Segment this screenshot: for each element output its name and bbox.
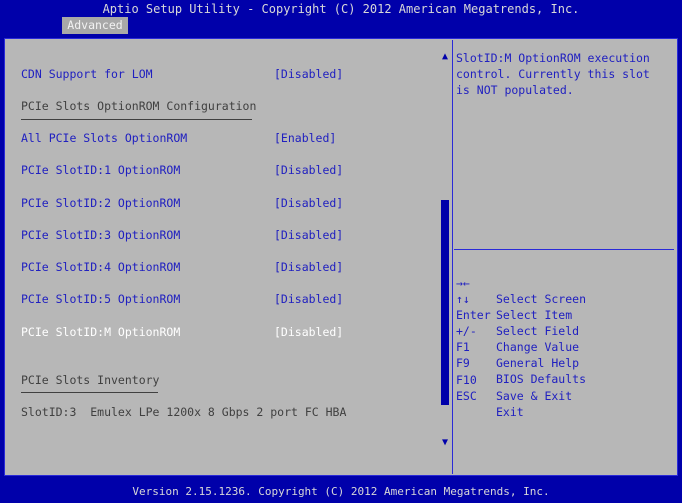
setting-label: PCIe SlotID:3 OptionROM (21, 228, 181, 242)
key-hint-select-item: ↑↓ Select Item (456, 275, 572, 322)
setting-value[interactable]: [Enabled] (274, 131, 336, 145)
key-desc: Exit (496, 405, 524, 419)
app-title: Aptio Setup Utility - Copyright (C) 2012… (102, 2, 580, 16)
setting-slot2-optionrom[interactable]: PCIe SlotID:2 OptionROM [Disabled] (21, 196, 343, 210)
key-name: ESC (456, 389, 477, 403)
setting-value[interactable]: [Disabled] (274, 260, 343, 274)
setting-value[interactable]: [Disabled] (274, 196, 343, 210)
setting-label: CDN Support for LOM (21, 67, 153, 81)
scrollbar-thumb[interactable] (441, 200, 449, 405)
inventory-item: SlotID:3 Emulex LPe 1200x 8 Gbps 2 port … (21, 405, 347, 419)
setting-label: PCIe SlotID:5 OptionROM (21, 292, 181, 306)
scroll-down-arrow-icon[interactable]: ▼ (439, 437, 451, 449)
setting-value[interactable]: [Disabled] (274, 163, 343, 177)
key-hint-select-screen: →← Select Screen (456, 259, 586, 306)
setting-cdn-support-lom[interactable]: CDN Support for LOM [Disabled] (21, 67, 343, 81)
key-desc: Select Field (496, 324, 580, 338)
setting-all-pcie-optionrom[interactable]: All PCIe Slots OptionROM [Enabled] (21, 131, 336, 145)
setting-label: PCIe SlotID:2 OptionROM (21, 196, 181, 210)
help-divider (454, 249, 674, 250)
key-hint-select-field: Enter Select Field (456, 291, 579, 338)
section-heading-optionrom-config: PCIe Slots OptionROM Configuration (21, 99, 257, 113)
key-desc: Select Screen (496, 292, 587, 306)
version-footer: Version 2.15.1236. Copyright (C) 2012 Am… (132, 485, 550, 498)
tab-advanced[interactable]: Advanced (62, 17, 128, 34)
setting-slot5-optionrom[interactable]: PCIe SlotID:5 OptionROM [Disabled] (21, 292, 343, 306)
setting-value[interactable]: [Disabled] (274, 292, 343, 306)
section-heading-inventory: PCIe Slots Inventory (21, 373, 160, 387)
setting-value[interactable]: [Disabled] (274, 67, 343, 81)
key-desc: Change Value (496, 340, 580, 354)
key-hint-change-value: +/- Change Value (456, 307, 579, 354)
setting-slot4-optionrom[interactable]: PCIe SlotID:4 OptionROM [Disabled] (21, 260, 343, 274)
key-hint-bios-defaults: F9 BIOS Defaults (456, 339, 586, 386)
setting-slot1-optionrom[interactable]: PCIe SlotID:1 OptionROM [Disabled] (21, 163, 343, 177)
heading-underline (21, 392, 158, 393)
panel-divider (452, 40, 453, 474)
setting-label: PCIe SlotID:4 OptionROM (21, 260, 181, 274)
setting-value[interactable]: [Disabled] (274, 325, 343, 339)
key-hint-save-exit: F10 Save & Exit (456, 356, 572, 403)
setting-label: PCIe SlotID:M OptionROM (21, 325, 181, 339)
key-desc: Save & Exit (496, 389, 573, 403)
heading-underline (21, 119, 252, 120)
setting-value[interactable]: [Disabled] (274, 228, 343, 242)
key-hint-exit: ESC Exit (456, 372, 524, 419)
help-description: SlotID:M OptionROM execution control. Cu… (456, 51, 650, 97)
key-hint-general-help: F1 General Help (456, 323, 579, 370)
key-desc: Select Item (496, 308, 573, 322)
setting-slotm-optionrom-selected[interactable]: PCIe SlotID:M OptionROM [Disabled] (21, 325, 343, 339)
setting-label: All PCIe Slots OptionROM (21, 131, 188, 145)
key-desc: BIOS Defaults (496, 372, 587, 386)
key-desc: General Help (496, 356, 580, 370)
setting-slot3-optionrom[interactable]: PCIe SlotID:3 OptionROM [Disabled] (21, 228, 343, 242)
setting-label: PCIe SlotID:1 OptionROM (21, 163, 181, 177)
